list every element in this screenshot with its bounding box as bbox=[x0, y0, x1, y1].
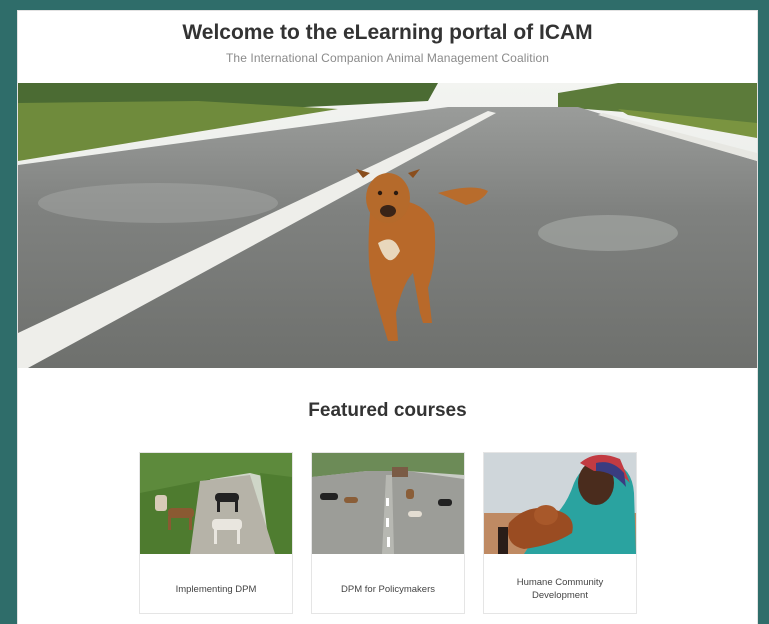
course-card-implementing-dpm[interactable]: Implementing DPM bbox=[139, 452, 293, 614]
course-image-woman-with-puppy bbox=[484, 453, 636, 554]
course-image-street-dogs bbox=[312, 453, 464, 554]
page-subtitle: The International Companion Animal Manag… bbox=[225, 51, 550, 65]
course-label: DPM for Policymakers bbox=[341, 583, 435, 595]
hero-image bbox=[18, 83, 757, 368]
portal-card: Welcome to the eLearning portal of ICAM … bbox=[17, 10, 758, 624]
course-label: Humane Community Development bbox=[516, 577, 604, 601]
featured-courses-heading: Featured courses bbox=[308, 400, 467, 421]
page: { "header": { "title": "Welcome to the e… bbox=[0, 0, 769, 624]
course-label: Implementing DPM bbox=[175, 583, 257, 595]
course-image-rural-dogs bbox=[140, 453, 292, 554]
page-title: Welcome to the eLearning portal of ICAM bbox=[182, 21, 593, 44]
course-card-humane-community-development[interactable]: Humane Community Development bbox=[483, 452, 637, 614]
course-card-dpm-for-policymakers[interactable]: DPM for Policymakers bbox=[311, 452, 465, 614]
